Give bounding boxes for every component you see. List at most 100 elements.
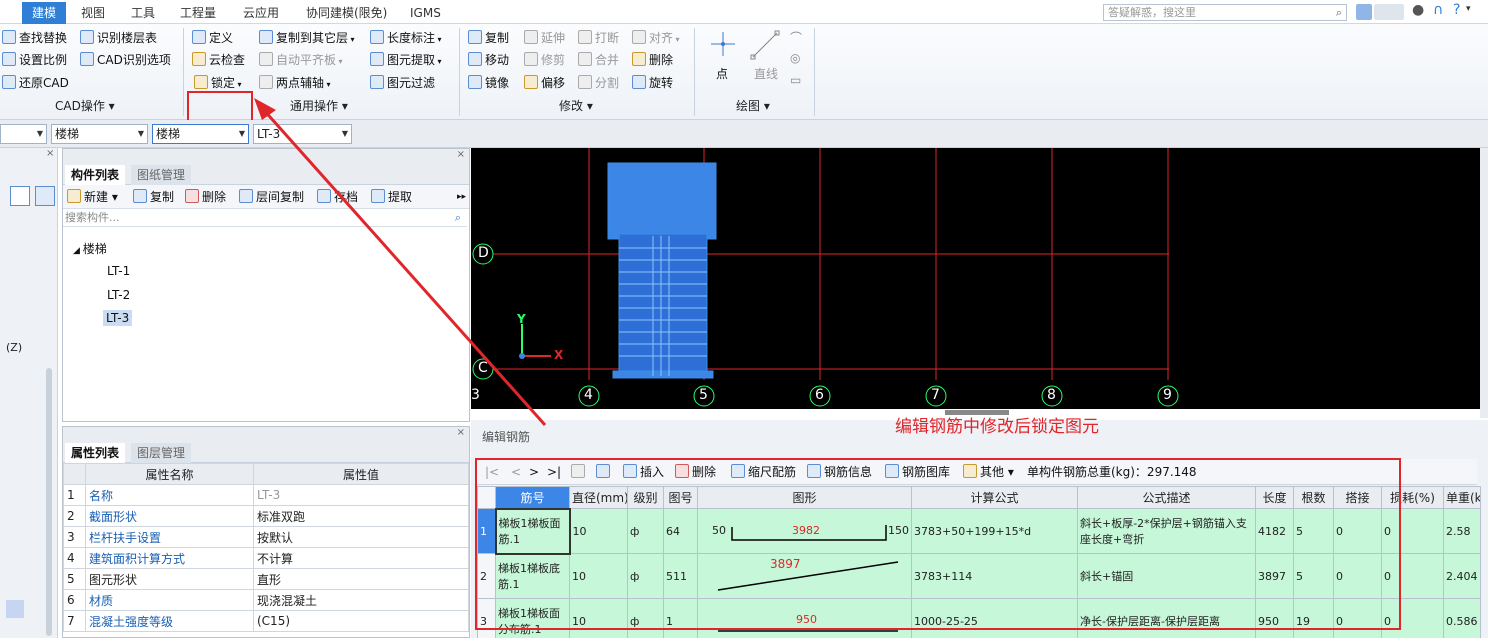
point-button[interactable]: 点 bbox=[716, 64, 728, 84]
canvas-scrollbar[interactable] bbox=[1480, 148, 1488, 418]
tab-quantity[interactable]: 工程量 bbox=[180, 3, 216, 23]
drawing-canvas[interactable]: 3 4 5 6 7 8 9 D C Y X bbox=[471, 148, 1480, 409]
two-point-axis-button[interactable]: 两点辅轴 ▾ bbox=[259, 73, 331, 93]
list-view-icon[interactable] bbox=[10, 186, 30, 206]
circle-icon[interactable]: ◎ bbox=[790, 51, 800, 65]
mirror-icon bbox=[468, 75, 482, 89]
property-value[interactable]: (C15) bbox=[253, 610, 469, 632]
property-value[interactable]: 直形 bbox=[253, 568, 469, 590]
tab-modeling[interactable]: 建模 bbox=[22, 2, 67, 24]
tree-item-lt1[interactable]: LT-1 bbox=[107, 264, 130, 278]
table-row[interactable]: 1 名称 LT-3 bbox=[63, 484, 469, 506]
floor-combo[interactable]: ▼ bbox=[0, 124, 47, 144]
support-icon[interactable]: ∩ bbox=[1433, 2, 1443, 18]
tab-view[interactable]: 视图 bbox=[81, 3, 105, 23]
property-value[interactable]: 不计算 bbox=[253, 547, 469, 569]
extract-button[interactable]: 提取 bbox=[371, 187, 412, 207]
message-icon[interactable]: ● bbox=[1412, 2, 1424, 18]
auto-align-button[interactable]: 自动平齐板 ▾ bbox=[259, 50, 343, 70]
copy-component-button[interactable]: 复制 bbox=[133, 187, 174, 207]
restore-cad-button[interactable]: 还原CAD bbox=[2, 73, 69, 93]
header-cell[interactable]: 单重(kg) bbox=[1443, 486, 1481, 509]
extract-elem-button[interactable]: 图元提取 ▾ bbox=[370, 50, 442, 70]
help-search-input[interactable]: 答疑解惑，搜这里 ⌕ bbox=[1103, 4, 1347, 21]
help-icon[interactable]: ? bbox=[1453, 2, 1460, 18]
avatar[interactable] bbox=[1356, 4, 1372, 20]
delete-component-button[interactable]: 删除 bbox=[185, 187, 226, 207]
identify-floor-button[interactable]: 识别楼层表 bbox=[80, 28, 157, 48]
table-row[interactable]: 4 建筑面积计算方式 不计算 bbox=[63, 547, 469, 569]
draw-group-label[interactable]: 绘图 ▾ bbox=[736, 96, 770, 116]
table-row[interactable]: 2 截面形状 标准双跑 bbox=[63, 505, 469, 527]
line-icon[interactable] bbox=[750, 30, 780, 60]
modify-group-label[interactable]: 修改 ▾ bbox=[559, 96, 593, 116]
property-value[interactable]: 按默认 bbox=[253, 526, 469, 548]
lock-button[interactable]: 锁定 ▾ bbox=[194, 73, 242, 93]
arc-icon[interactable]: ⌒ bbox=[790, 29, 802, 46]
rotate-button[interactable]: 旋转 bbox=[632, 73, 673, 93]
component-combo[interactable]: LT-3 ▼ bbox=[253, 124, 352, 144]
grid-view-icon[interactable] bbox=[35, 186, 55, 206]
close-icon[interactable]: × bbox=[457, 427, 465, 438]
table-row[interactable]: 5 图元形状 直形 bbox=[63, 568, 469, 590]
scrollbar[interactable] bbox=[46, 368, 52, 636]
cad-options-button[interactable]: CAD识别选项 bbox=[80, 50, 171, 70]
tab-tools[interactable]: 工具 bbox=[131, 3, 155, 23]
new-button[interactable]: 新建 ▾ bbox=[67, 187, 118, 207]
offset-button[interactable]: 偏移 bbox=[524, 73, 565, 93]
tree-root[interactable]: ◢ 楼梯 bbox=[73, 240, 107, 257]
line-button[interactable]: 直线 bbox=[754, 64, 778, 84]
unit-weight-cell[interactable]: 2.404 bbox=[1443, 553, 1481, 599]
tab-property-list[interactable]: 属性列表 bbox=[65, 443, 126, 463]
copy-to-floor-button[interactable]: 复制到其它层 ▾ bbox=[259, 28, 355, 48]
cad-group-label[interactable]: CAD操作 ▾ bbox=[55, 96, 115, 116]
align-button[interactable]: 对齐 ▾ bbox=[632, 28, 680, 48]
tab-component-list[interactable]: 构件列表 bbox=[65, 165, 126, 185]
tab-layer-manage[interactable]: 图层管理 bbox=[131, 443, 192, 463]
mirror-button[interactable]: 镜像 bbox=[468, 73, 509, 93]
table-row[interactable]: 6 材质 现浇混凝土 bbox=[63, 589, 469, 611]
merge-button[interactable]: 合并 bbox=[578, 50, 619, 70]
unit-weight-cell[interactable]: 2.58 bbox=[1443, 508, 1481, 554]
copy-button[interactable]: 复制 bbox=[468, 28, 509, 48]
category-combo[interactable]: 楼梯 ▼ bbox=[51, 124, 148, 144]
close-icon[interactable]: × bbox=[457, 149, 465, 160]
cloud-check-button[interactable]: 云检查 bbox=[192, 50, 245, 70]
component-search-input[interactable]: 搜索构件... ⌕ bbox=[63, 209, 467, 227]
filter-elem-button[interactable]: 图元过滤 bbox=[370, 73, 435, 93]
set-scale-button[interactable]: 设置比例 bbox=[2, 50, 67, 70]
length-dim-button[interactable]: 长度标注 ▾ bbox=[370, 28, 442, 48]
row-number: 5 bbox=[63, 568, 86, 590]
restore-icon bbox=[2, 75, 16, 89]
unit-weight-cell[interactable]: 0.586 bbox=[1443, 598, 1481, 638]
rectangle-icon[interactable]: ▭ bbox=[790, 73, 801, 87]
define-button[interactable]: 定义 bbox=[192, 28, 233, 48]
floor-copy-button[interactable]: 层间复制 bbox=[239, 187, 304, 207]
tab-drawing-manage[interactable]: 图纸管理 bbox=[131, 165, 192, 185]
tree-item-lt2[interactable]: LT-2 bbox=[107, 288, 130, 302]
move-button[interactable]: 移动 bbox=[468, 50, 509, 70]
more-icon[interactable]: ▸▸ bbox=[457, 187, 466, 207]
help-dropdown-icon[interactable]: ▾ bbox=[1466, 4, 1471, 14]
tab-collab[interactable]: 协同建模(限免) bbox=[306, 3, 387, 23]
property-value[interactable]: 现浇混凝土 bbox=[253, 589, 469, 611]
find-replace-button[interactable]: 查找替换 bbox=[2, 28, 67, 48]
archive-button[interactable]: 存档 bbox=[317, 187, 358, 207]
point-icon[interactable] bbox=[709, 30, 737, 58]
tab-cloud[interactable]: 云应用 bbox=[243, 3, 279, 23]
property-value[interactable]: LT-3 bbox=[253, 484, 469, 506]
tab-igms[interactable]: IGMS bbox=[410, 3, 441, 23]
nav-item-icon[interactable] bbox=[6, 600, 24, 618]
property-value[interactable]: 标准双跑 bbox=[253, 505, 469, 527]
tree-item-lt3[interactable]: LT-3 bbox=[103, 310, 133, 326]
delete-button[interactable]: 删除 bbox=[632, 50, 673, 70]
extend-button[interactable]: 延伸 bbox=[524, 28, 565, 48]
type-combo[interactable]: 楼梯 ▼ bbox=[152, 124, 249, 144]
close-icon[interactable]: × bbox=[46, 148, 54, 159]
common-group-label[interactable]: 通用操作 ▾ bbox=[290, 96, 348, 116]
break-button[interactable]: 打断 bbox=[578, 28, 619, 48]
table-row[interactable]: 3 栏杆扶手设置 按默认 bbox=[63, 526, 469, 548]
table-row[interactable]: 7 混凝土强度等级 (C15) bbox=[63, 610, 469, 632]
split-button[interactable]: 分割 bbox=[578, 73, 619, 93]
trim-button[interactable]: 修剪 bbox=[524, 50, 565, 70]
